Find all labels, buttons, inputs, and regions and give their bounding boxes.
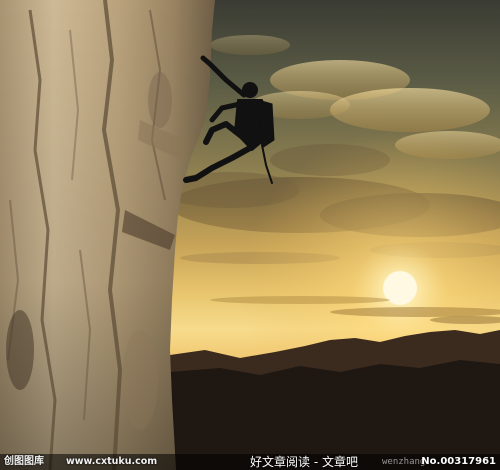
watermark-url: www.cxtuku.com bbox=[66, 456, 158, 467]
watermark-reading-url: wenzhang bbox=[382, 457, 426, 467]
watermark-image-id: No.00317961 bbox=[421, 456, 496, 467]
watermark-brand: 创图图库 bbox=[4, 456, 44, 467]
photo-scene: 创图图库 www.cxtuku.com 好文章阅读 - 文章吧 wenzhang… bbox=[0, 0, 500, 470]
watermark-reading-site: 好文章阅读 - 文章吧 bbox=[250, 455, 358, 469]
scene-illustration bbox=[0, 0, 500, 470]
